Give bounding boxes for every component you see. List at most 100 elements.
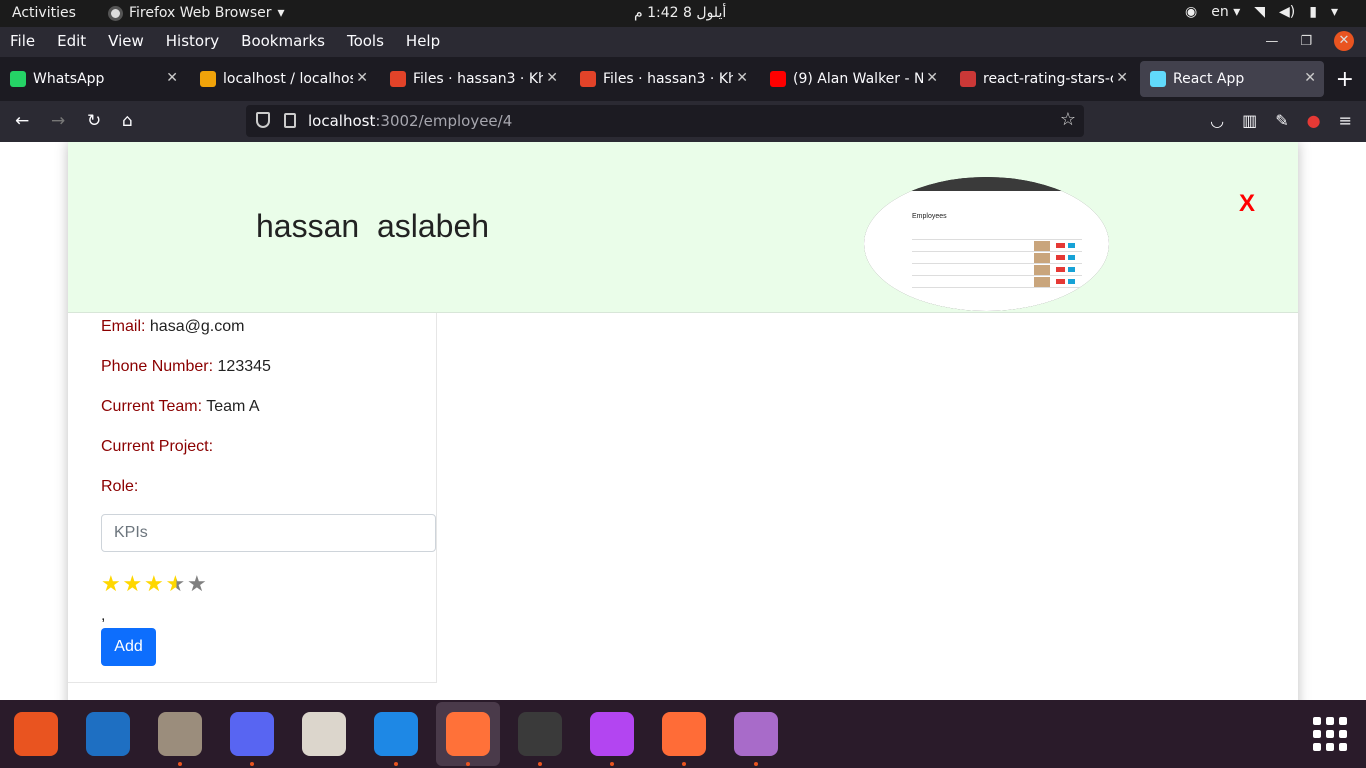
chevron-down-icon: ▾ — [277, 5, 285, 21]
browser-tab[interactable]: react-rating-stars-co ✕ — [950, 61, 1136, 97]
battery-icon: ▮ — [1309, 4, 1317, 20]
menu-help[interactable]: Help — [406, 32, 440, 50]
tab-favicon-icon — [390, 71, 406, 87]
menu-tools[interactable]: Tools — [347, 32, 384, 50]
star-rating[interactable]: ★ ★ ★ ★ ★ — [101, 571, 209, 597]
tab-label: react-rating-stars-co — [983, 71, 1113, 87]
team-value: Team A — [206, 398, 260, 415]
bookmark-star-icon[interactable]: ☆ — [1060, 109, 1076, 130]
rating-star-icon[interactable]: ★ — [101, 571, 123, 597]
home-icon[interactable]: ⌂ — [122, 111, 133, 131]
photo-window-bar — [864, 177, 1109, 191]
terminal-icon[interactable] — [518, 712, 562, 756]
rating-separator: , — [101, 607, 106, 624]
navigation-bar: ← → ↻ ⌂ localhost:3002/employee/4 ☆ ◡ ▥ … — [0, 101, 1366, 142]
photo-screenshot: Employees — [864, 191, 1109, 311]
browser-tab[interactable]: Files · hassan3 · Khal✕ — [570, 61, 756, 97]
url-text[interactable]: localhost:3002/employee/4 — [308, 112, 512, 130]
dock — [0, 700, 1366, 768]
team-label: Current Team: — [101, 398, 203, 415]
running-indicator — [250, 762, 254, 766]
rating-star-icon[interactable]: ★ — [187, 571, 209, 597]
show-applications-icon[interactable] — [1313, 717, 1347, 751]
menu-file[interactable]: File — [10, 32, 35, 50]
close-window-icon[interactable]: ✕ — [1334, 31, 1354, 51]
files-icon[interactable] — [158, 712, 202, 756]
browser-tab[interactable]: WhatsApp ✕ — [0, 61, 186, 97]
employee-details: Email: hasa@g.com Phone Number: 123345 C… — [68, 313, 437, 683]
vscode-icon[interactable] — [374, 712, 418, 756]
shield-icon[interactable] — [256, 112, 270, 128]
extension-icon[interactable]: ● — [1307, 111, 1321, 130]
text-editor-icon[interactable] — [302, 712, 346, 756]
browser-tab[interactable]: (9) Alan Walker - New✕ — [760, 61, 946, 97]
page-info-icon[interactable] — [284, 113, 296, 128]
system-tray[interactable]: ◉ en ▾ ◥ ◀) ▮ ▾ — [1185, 4, 1338, 20]
phone-label: Phone Number: — [101, 358, 214, 375]
language-indicator[interactable]: en ▾ — [1211, 4, 1240, 20]
menu-bookmarks[interactable]: Bookmarks — [241, 32, 325, 50]
eyedropper-icon[interactable]: ✎ — [1275, 111, 1288, 130]
tab-close-icon[interactable]: ✕ — [736, 70, 748, 86]
tab-favicon-icon — [580, 71, 596, 87]
reload-icon[interactable]: ↻ — [87, 111, 101, 131]
employee-card: hassan aslabeh Employees X Email: hasa@g… — [68, 142, 1298, 700]
tab-close-icon[interactable]: ✕ — [1304, 70, 1316, 86]
reader-view-icon[interactable]: ▥ — [1242, 111, 1257, 130]
tab-close-icon[interactable]: ✕ — [546, 70, 558, 86]
menu-view[interactable]: View — [108, 32, 144, 50]
app-menu[interactable]: Firefox Web Browser ▾ — [108, 5, 285, 21]
app-center-icon[interactable] — [14, 712, 58, 756]
phpstorm-icon[interactable] — [590, 712, 634, 756]
role-label: Role: — [101, 478, 139, 495]
tab-close-icon[interactable]: ✕ — [1116, 70, 1128, 86]
discord-icon[interactable] — [230, 712, 274, 756]
firefox-icon[interactable] — [446, 712, 490, 756]
clock[interactable]: أيلول 8 1:42 م — [634, 5, 726, 21]
close-button[interactable]: X — [1239, 190, 1255, 218]
menu-bar: File Edit View History Bookmarks Tools Help — … — [0, 27, 1366, 57]
menu-history[interactable]: History — [166, 32, 219, 50]
activities-button[interactable]: Activities — [12, 5, 76, 21]
pocket-icon[interactable]: ◡ — [1210, 111, 1224, 130]
tab-favicon-icon — [10, 71, 26, 87]
employee-photo: Employees — [864, 177, 1109, 311]
postman-icon[interactable] — [662, 712, 706, 756]
new-tab-button[interactable]: + — [1336, 67, 1354, 92]
photo-title: Employees — [912, 213, 947, 220]
browser-tab[interactable]: Files · hassan3 · Khal✕ — [380, 61, 566, 97]
browser-tab[interactable]: React App ✕ — [1140, 61, 1324, 97]
tab-close-icon[interactable]: ✕ — [356, 70, 368, 86]
back-arrow-icon[interactable]: ← — [15, 111, 29, 131]
window-controls: — ❐ ✕ — [1265, 31, 1354, 51]
running-indicator — [610, 762, 614, 766]
minimize-icon[interactable]: — — [1265, 34, 1278, 49]
browser-tab[interactable]: localhost / localhost ✕ — [190, 61, 376, 97]
menu-edit[interactable]: Edit — [57, 32, 86, 50]
discord-tray-icon[interactable]: ◉ — [1185, 4, 1197, 20]
tab-close-icon[interactable]: ✕ — [926, 70, 938, 86]
tab-close-icon[interactable]: ✕ — [166, 70, 178, 86]
tab-strip: + WhatsApp ✕ localhost / localhost ✕ Files ·… — [0, 57, 1366, 101]
email-field: Email: hasa@g.com — [101, 318, 244, 336]
hamburger-menu-icon[interactable]: ≡ — [1339, 111, 1352, 130]
rating-star-icon[interactable]: ★ — [166, 571, 188, 597]
running-indicator — [754, 762, 758, 766]
tab-favicon-icon — [1150, 71, 1166, 87]
rating-star-icon[interactable]: ★ — [144, 571, 166, 597]
url-bar[interactable]: localhost:3002/employee/4 ☆ — [246, 105, 1084, 137]
tab-label: localhost / localhost — [223, 71, 353, 87]
add-kpi-button[interactable]: Add — [101, 628, 156, 666]
firefox-icon — [108, 5, 123, 21]
tab-label: WhatsApp — [33, 71, 105, 87]
volume-icon: ◀) — [1279, 4, 1296, 20]
email-label: Email: — [101, 318, 146, 335]
restore-icon[interactable]: ❐ — [1300, 34, 1312, 49]
writer-icon[interactable] — [86, 712, 130, 756]
forward-arrow-icon[interactable]: → — [51, 111, 65, 131]
rating-star-icon[interactable]: ★ — [123, 571, 145, 597]
running-indicator — [394, 762, 398, 766]
kpi-input[interactable] — [101, 514, 436, 552]
tab-label: Files · hassan3 · Khal — [413, 71, 543, 87]
video-icon[interactable] — [734, 712, 778, 756]
